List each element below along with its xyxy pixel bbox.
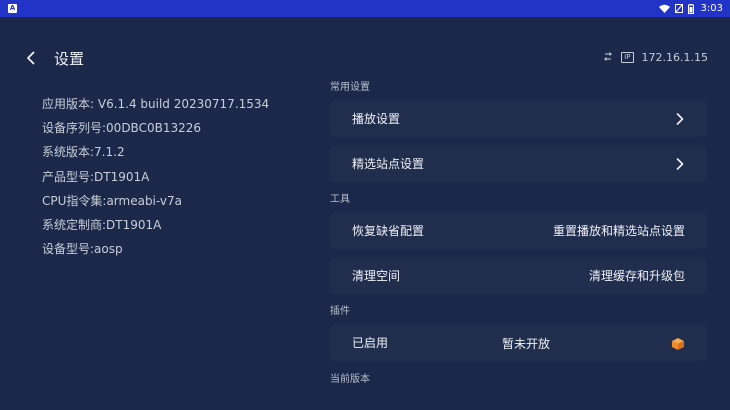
clean-space-item[interactable]: 清理空间 清理缓存和升级包 bbox=[330, 257, 707, 294]
network-link-icon bbox=[603, 51, 613, 64]
section-common-settings: 常用设置 bbox=[330, 82, 370, 93]
restore-defaults-label: 恢复缺省配置 bbox=[352, 224, 425, 238]
status-time: 3:03 bbox=[700, 3, 723, 14]
plugin-item[interactable]: 已启用 暂未开放 bbox=[330, 324, 707, 361]
chevron-right-icon bbox=[675, 112, 685, 125]
app-notification-icon: A bbox=[8, 4, 17, 13]
featured-sites-settings-label: 精选站点设置 bbox=[352, 157, 425, 171]
info-device-model: 设备型号:aosp bbox=[42, 242, 123, 257]
featured-sites-settings-item[interactable]: 精选站点设置 bbox=[330, 145, 707, 182]
plugin-status-label: 已启用 bbox=[352, 336, 389, 350]
network-info: IP 172.16.1.15 bbox=[603, 51, 708, 64]
device-info-list: 应用版本: V6.1.4 build 20230717.1534 设备序列号:0… bbox=[42, 96, 302, 265]
battery-icon bbox=[687, 3, 694, 14]
playback-settings-label: 播放设置 bbox=[352, 112, 401, 126]
section-current-version: 当前版本 bbox=[330, 374, 370, 385]
page-header: 设置 IP 172.16.1.15 bbox=[0, 40, 730, 76]
clean-space-label: 清理空间 bbox=[352, 269, 401, 283]
page-title: 设置 bbox=[54, 50, 85, 68]
info-system-version: 系统版本:7.1.2 bbox=[42, 145, 125, 160]
playback-settings-item[interactable]: 播放设置 bbox=[330, 100, 707, 137]
restore-defaults-item[interactable]: 恢复缺省配置 重置播放和精选站点设置 bbox=[330, 212, 707, 249]
clean-space-description: 清理缓存和升级包 bbox=[588, 269, 685, 283]
info-serial-number: 设备序列号:00DBC0B13226 bbox=[42, 121, 201, 136]
back-button[interactable] bbox=[22, 50, 38, 66]
info-app-version: 应用版本: V6.1.4 build 20230717.1534 bbox=[42, 97, 270, 111]
wifi-icon bbox=[658, 4, 670, 13]
info-product-model: 产品型号:DT1901A bbox=[42, 169, 150, 184]
restore-defaults-description: 重置播放和精选站点设置 bbox=[552, 224, 685, 238]
plugin-status-value: 暂未开放 bbox=[502, 337, 551, 351]
info-cpu-abi: CPU指令集:armeabi-v7a bbox=[42, 193, 182, 208]
chevron-right-icon bbox=[675, 157, 685, 170]
ip-icon: IP bbox=[621, 52, 634, 63]
chevron-left-icon bbox=[26, 51, 34, 65]
status-bar: A 3:03 bbox=[0, 0, 730, 17]
section-tools: 工具 bbox=[330, 194, 350, 205]
ip-address: 172.16.1.15 bbox=[641, 51, 708, 64]
signal-off-icon bbox=[674, 4, 683, 13]
cube-icon bbox=[671, 336, 685, 350]
info-manufacturer: 系统定制商:DT1901A bbox=[42, 217, 162, 232]
section-plugins: 插件 bbox=[330, 306, 350, 317]
